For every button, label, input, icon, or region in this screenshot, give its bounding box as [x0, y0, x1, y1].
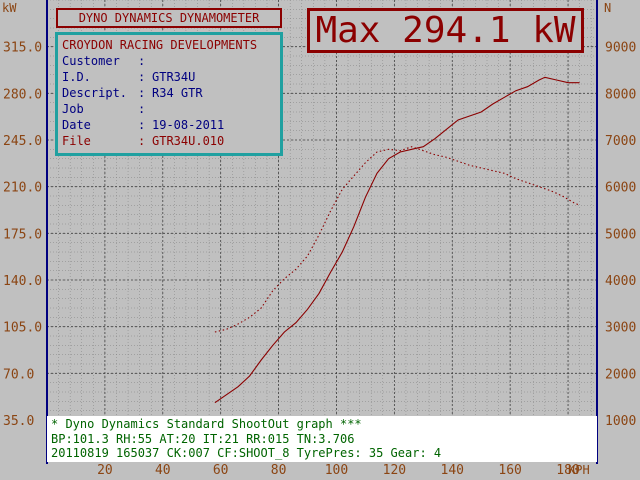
info-row-id: I.D.: GTR34U — [62, 69, 276, 85]
y-axis-right-unit: N — [604, 1, 611, 15]
info-row-customer: Customer: — [62, 53, 276, 69]
info-key: Job — [62, 102, 84, 116]
y-tick-label-left: 280.0 — [3, 87, 42, 102]
y-axis-left-unit: kW — [2, 1, 17, 15]
x-tick-label: 100 — [325, 463, 348, 478]
y-tick-label-left: 210.0 — [3, 181, 42, 196]
y-tick-label-left: 175.0 — [3, 227, 42, 242]
x-tick-label: 20 — [97, 463, 113, 478]
info-colon: : — [138, 102, 146, 116]
info-value: 19-08-2011 — [152, 118, 225, 132]
y-tick-label-left: 140.0 — [3, 274, 42, 289]
info-colon: : — [138, 86, 146, 100]
info-colon: : — [138, 134, 146, 148]
y-axis-right-labels: 1000 2000 3000 4000 5000 6000 7000 8000 9000 — [605, 41, 636, 429]
footer-line-2: BP:101.3 RH:55 AT:20 IT:21 RR:015 TN:3.7… — [51, 431, 355, 446]
y-tick-label-right: 7000 — [605, 134, 636, 149]
y-tick-label-right: 3000 — [605, 321, 636, 336]
y-tick-label-right: 2000 — [605, 367, 636, 382]
info-key: Customer — [62, 54, 120, 68]
x-tick-label: 160 — [498, 463, 521, 478]
run-info-panel: CROYDON RACING DEVELOPMENTS Customer: I.… — [55, 32, 283, 156]
footer-line-3: 20110819 165037 CK:007 CF:SHOOT_8 TyrePr… — [51, 446, 442, 460]
info-key: File — [62, 134, 91, 148]
info-key: I.D. — [62, 70, 91, 84]
x-axis-labels: 20 40 60 80 100 120 140 160 180 — [97, 463, 580, 478]
x-tick-label: 60 — [213, 463, 229, 478]
run-parameters-footer: * Dyno Dynamics Standard ShootOut graph … — [47, 416, 597, 462]
company-name: CROYDON RACING DEVELOPMENTS — [62, 38, 258, 52]
info-value: R34 GTR — [152, 86, 203, 100]
y-tick-label-left: 35.0 — [3, 414, 34, 429]
x-tick-label: 40 — [155, 463, 171, 478]
y-tick-label-right: 8000 — [605, 87, 636, 102]
y-tick-label-right: 1000 — [605, 414, 636, 429]
info-colon: : — [138, 118, 146, 132]
info-row-job: Job: — [62, 101, 276, 117]
info-colon: : — [138, 54, 146, 68]
max-power-readout: Max 294.1 kW — [307, 8, 584, 53]
y-tick-label-left: 245.0 — [3, 134, 42, 149]
y-tick-label-right: 9000 — [605, 41, 636, 56]
x-tick-label: 140 — [441, 463, 464, 478]
info-row-description: Descript.: R34 GTR — [62, 85, 276, 101]
y-tick-label-left: 315.0 — [3, 41, 42, 56]
y-axis-left-labels: 35.0 70.0 105.0 140.0 175.0 210.0 245.0 280.0 31… — [3, 41, 42, 429]
info-key: Descript. — [62, 86, 128, 100]
y-tick-label-right: 6000 — [605, 181, 636, 196]
y-tick-label-right: 4000 — [605, 274, 636, 289]
y-tick-label-left: 70.0 — [3, 367, 34, 382]
footer-line-1: * Dyno Dynamics Standard ShootOut graph … — [51, 417, 362, 431]
info-row-file: File: GTR34U.010 — [62, 133, 276, 149]
dyno-title: DYNO DYNAMICS DYNAMOMETER — [56, 8, 282, 28]
info-value: GTR34U — [152, 70, 196, 84]
info-colon: : — [138, 70, 146, 84]
info-row-date: Date:19-08-2011 — [62, 117, 276, 133]
info-key: Date — [62, 118, 91, 132]
x-axis-unit: KPH — [568, 463, 590, 477]
y-tick-label-left: 105.0 — [3, 321, 42, 336]
y-tick-label-right: 5000 — [605, 227, 636, 242]
x-tick-label: 80 — [271, 463, 287, 478]
info-value: GTR34U.010 — [152, 134, 225, 148]
x-tick-label: 120 — [383, 463, 406, 478]
